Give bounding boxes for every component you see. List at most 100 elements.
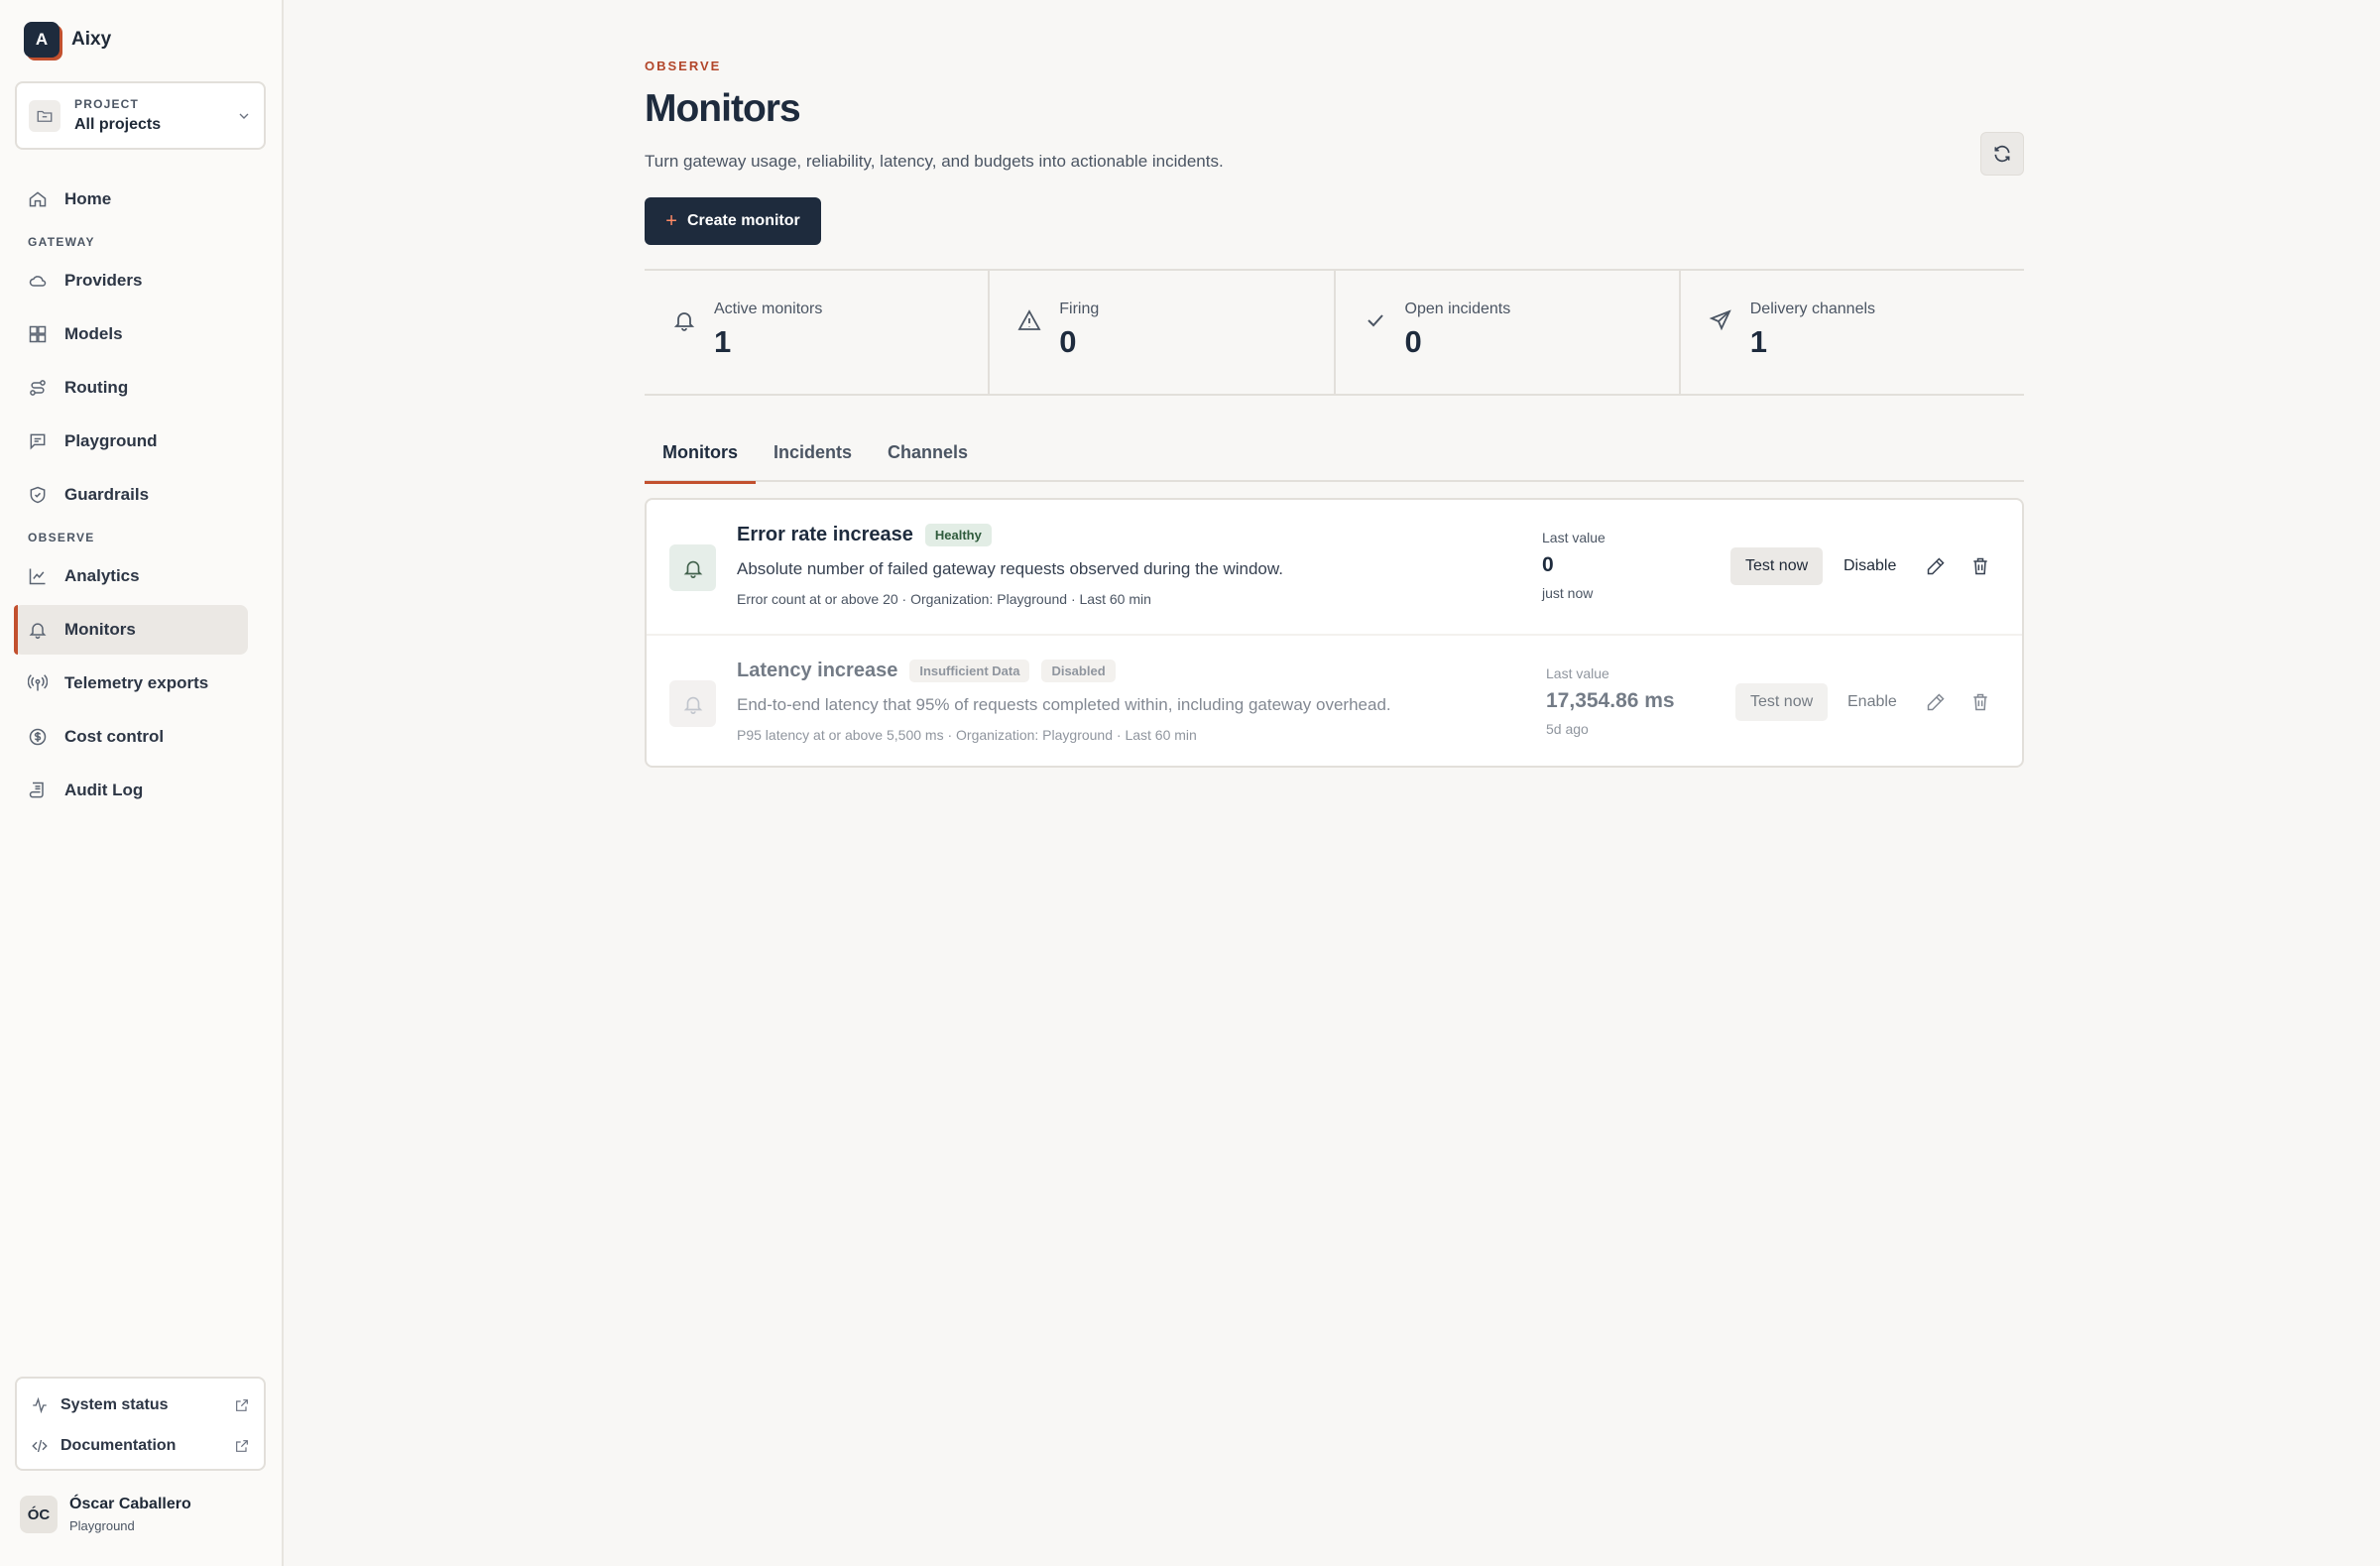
sidebar-item-routing[interactable]: Routing (14, 363, 248, 413)
system-status-link[interactable]: System status (17, 1385, 264, 1425)
bell-icon (669, 680, 716, 727)
user-name: Óscar Caballero (69, 1496, 191, 1512)
app-name: Aixy (71, 29, 112, 50)
page-eyebrow: OBSERVE (645, 59, 722, 73)
stat-active-monitors: Active monitors 1 (645, 271, 991, 394)
sidebar-item-analytics[interactable]: Analytics (14, 551, 248, 601)
last-value: Last value 17,354.86 ms 5d ago (1546, 665, 1675, 737)
enable-button[interactable]: Enable (1847, 683, 1897, 721)
documentation-link[interactable]: Documentation (17, 1425, 264, 1466)
sidebar-item-playground[interactable]: Playground (14, 417, 248, 466)
code-icon (32, 1439, 48, 1452)
monitor-meta: Error count at or above 20 · Organizatio… (737, 591, 1151, 607)
home-icon (29, 191, 47, 207)
monitor-name[interactable]: Latency increase (737, 660, 897, 682)
app-logo: A (24, 22, 60, 58)
sidebar: A Aixy PROJECT All projects Home GATEWAY… (0, 0, 284, 1566)
last-value-label: Last value (1542, 530, 1606, 545)
tab-incidents[interactable]: Incidents (756, 429, 870, 482)
sidebar-item-home[interactable]: Home (14, 175, 248, 224)
edit-icon[interactable] (1926, 692, 1946, 712)
stat-value: 0 (1059, 324, 1077, 359)
sidebar-item-label: Models (64, 324, 123, 343)
external-link-icon (236, 1398, 248, 1411)
stat-open-incidents: Open incidents 0 (1336, 271, 1681, 394)
external-links: System status Documentation (15, 1377, 266, 1471)
monitor-name[interactable]: Error rate increase (737, 524, 913, 546)
activity-icon (33, 1396, 47, 1413)
sidebar-nav: Home GATEWAY Providers Models Routing Pl… (0, 175, 284, 819)
brand[interactable]: A Aixy (24, 22, 111, 58)
sidebar-item-label: Home (64, 189, 112, 208)
stat-value: 1 (714, 324, 732, 359)
test-now-button[interactable]: Test now (1735, 683, 1829, 721)
sidebar-item-label: Playground (64, 431, 158, 450)
shield-check-icon (30, 486, 46, 504)
sidebar-item-label: Guardrails (64, 485, 150, 504)
sidebar-item-label: Audit Log (64, 781, 144, 799)
sidebar-item-label: Providers (64, 271, 143, 290)
page-title: Monitors (645, 87, 801, 130)
tab-monitors[interactable]: Monitors (645, 429, 756, 484)
test-now-button[interactable]: Test now (1730, 547, 1824, 585)
sidebar-item-cost-control[interactable]: Cost control (14, 712, 248, 762)
chart-line-icon (29, 568, 46, 585)
trash-icon[interactable] (1970, 556, 1990, 576)
last-value: Last value 0 just now (1542, 530, 1606, 601)
sidebar-item-label: Cost control (64, 727, 165, 746)
folder-icon (29, 99, 60, 132)
sidebar-item-monitors[interactable]: Monitors (14, 605, 248, 655)
last-value-label: Last value (1546, 665, 1609, 681)
stats-bar: Active monitors 1 Firing 0 Open incident… (645, 269, 2024, 396)
bell-icon (673, 312, 695, 331)
last-value-time: just now (1542, 585, 1594, 601)
bell-icon (669, 544, 716, 591)
user-menu[interactable]: ÓC Óscar Caballero Playground (20, 1496, 191, 1533)
tabs: Monitors Incidents Channels (645, 429, 2024, 484)
refresh-button[interactable] (1980, 132, 2024, 176)
nav-section-observe: OBSERVE (28, 531, 95, 544)
stat-value: 1 (1749, 324, 1767, 359)
blocks-icon (29, 325, 47, 343)
edit-icon[interactable] (1926, 556, 1946, 576)
sidebar-item-providers[interactable]: Providers (14, 256, 248, 305)
alert-triangle-icon (1017, 309, 1041, 330)
project-value: All projects (74, 116, 162, 133)
stat-label: Open incidents (1404, 301, 1511, 317)
create-monitor-label: Create monitor (686, 212, 800, 229)
sidebar-item-telemetry-exports[interactable]: Telemetry exports (14, 659, 248, 708)
monitor-list: Error rate increase Healthy Absolute num… (645, 498, 2024, 768)
project-selector[interactable]: PROJECT All projects (15, 81, 266, 150)
sidebar-item-guardrails[interactable]: Guardrails (14, 470, 248, 520)
monitor-row[interactable]: Latency increase Insufficient Data Disab… (647, 634, 2022, 768)
trash-icon[interactable] (1970, 692, 1990, 712)
bell-icon (29, 623, 47, 640)
monitor-meta: P95 latency at or above 5,500 ms · Organ… (737, 727, 1197, 743)
plus-icon: + (665, 209, 677, 232)
project-label: PROJECT (74, 97, 140, 111)
monitor-description: Absolute number of failed gateway reques… (737, 559, 1283, 578)
dollar-circle-icon (29, 728, 47, 746)
avatar: ÓC (20, 1496, 58, 1533)
status-badge: Insufficient Data (909, 660, 1030, 682)
user-org: Playground (69, 1518, 135, 1533)
monitor-row[interactable]: Error rate increase Healthy Absolute num… (647, 500, 2022, 634)
stat-label: Active monitors (714, 301, 823, 317)
last-value-number: 0 (1542, 553, 1554, 576)
create-monitor-button[interactable]: + Create monitor (645, 197, 821, 245)
sidebar-item-audit-log[interactable]: Audit Log (14, 766, 248, 815)
external-link-icon (236, 1439, 248, 1452)
route-icon (30, 380, 46, 396)
disable-button[interactable]: Disable (1844, 547, 1896, 585)
chevron-down-icon (236, 108, 252, 124)
tab-channels[interactable]: Channels (870, 429, 986, 482)
sidebar-item-models[interactable]: Models (14, 309, 248, 359)
stat-firing: Firing 0 (990, 271, 1336, 394)
documentation-label: Documentation (60, 1436, 177, 1454)
message-square-icon (30, 433, 46, 450)
radio-tower-icon (28, 674, 48, 691)
sidebar-item-label: Monitors (64, 620, 136, 639)
scroll-icon (29, 782, 44, 798)
stat-label: Delivery channels (1749, 301, 1876, 317)
sidebar-item-label: Analytics (64, 566, 140, 585)
